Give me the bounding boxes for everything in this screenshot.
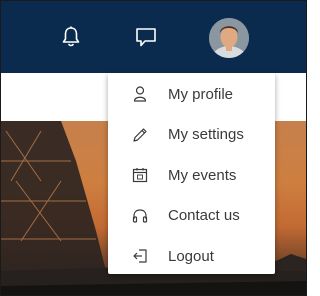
user-avatar[interactable]	[209, 18, 249, 58]
menu-item-logout[interactable]: Logout	[108, 236, 275, 277]
bell-icon[interactable]	[59, 25, 83, 49]
menu-item-my-profile[interactable]: My profile	[108, 74, 275, 115]
menu-item-contact-us[interactable]: Contact us	[108, 196, 275, 237]
menu-item-my-settings[interactable]: My settings	[108, 115, 275, 156]
user-dropdown-menu: My profile My settings My events Contact…	[108, 73, 275, 274]
menu-item-label: Logout	[168, 247, 214, 265]
chat-icon[interactable]	[134, 25, 158, 49]
menu-item-label: Contact us	[168, 207, 240, 225]
logout-icon	[131, 247, 149, 265]
app-window: My profile My settings My events Contact…	[0, 0, 307, 296]
user-icon	[131, 85, 149, 103]
menu-item-label: My settings	[168, 126, 244, 144]
top-navigation-bar	[1, 1, 306, 73]
menu-item-my-events[interactable]: My events	[108, 155, 275, 196]
headphones-icon	[131, 207, 149, 225]
calendar-icon	[131, 166, 149, 184]
pencil-icon	[131, 126, 149, 144]
menu-item-label: My events	[168, 166, 237, 184]
menu-item-label: My profile	[168, 85, 234, 103]
